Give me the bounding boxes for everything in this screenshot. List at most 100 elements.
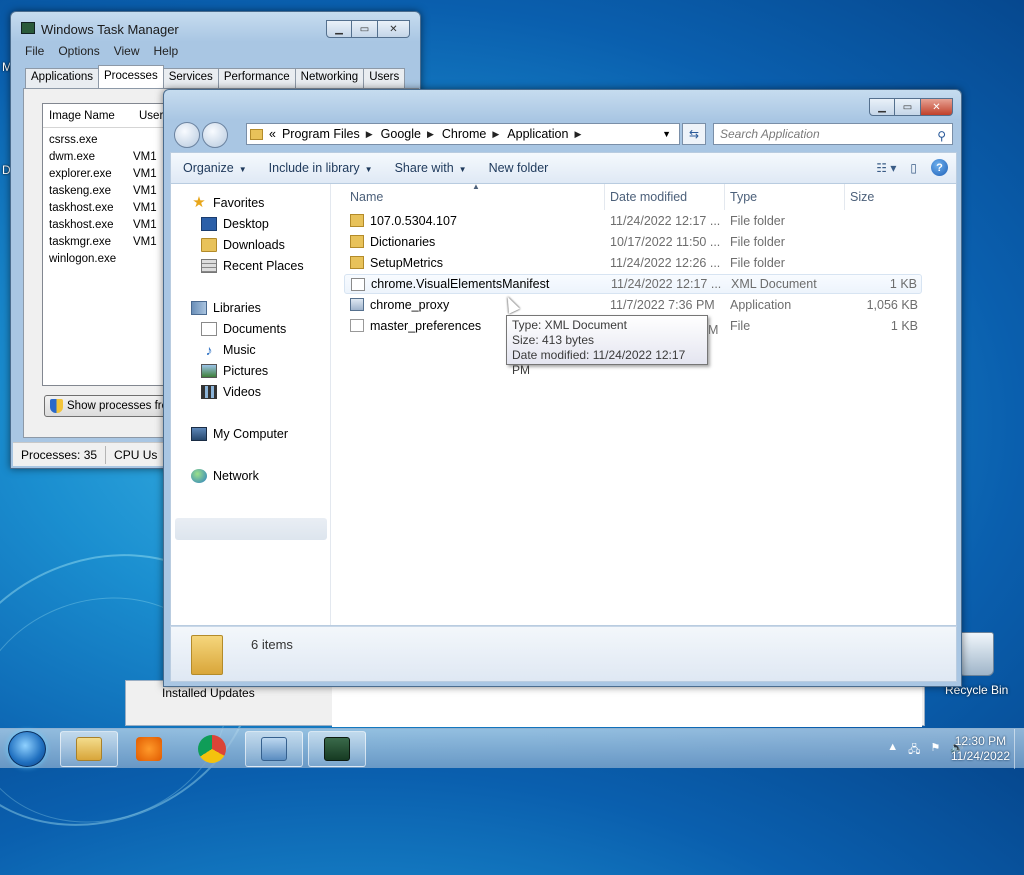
column-user[interactable]: User — [133, 110, 163, 122]
show-desktop-button[interactable] — [1014, 729, 1024, 769]
share-with-button[interactable]: Share with ▼ — [383, 161, 477, 175]
taskbar-task-manager-button[interactable] — [308, 731, 366, 767]
close-button[interactable]: ✕ — [378, 20, 410, 38]
menu-view[interactable]: View — [114, 42, 148, 62]
taskbar-control-panel-button[interactable] — [245, 731, 303, 767]
process-row[interactable]: taskhost.exe VM1 — [43, 216, 181, 233]
chevron-down-icon: ▼ — [238, 165, 247, 174]
nav-network[interactable]: Network — [191, 469, 259, 483]
help-icon[interactable]: ? — [931, 159, 948, 176]
nav-pictures[interactable]: Pictures — [201, 364, 268, 378]
file-name: 107.0.5304.107 — [370, 214, 457, 228]
file-type: File folder — [730, 235, 785, 249]
process-row[interactable]: taskeng.exe VM1 — [43, 182, 181, 199]
nav-documents[interactable]: Documents — [201, 322, 286, 336]
nav-label: Libraries — [213, 301, 261, 315]
view-options-icon[interactable]: ☷ ▾ — [876, 161, 896, 175]
chevron-right-icon[interactable]: ▶ — [366, 129, 373, 140]
close-button[interactable]: ✕ — [921, 98, 953, 116]
menu-help[interactable]: Help — [154, 42, 187, 62]
file-row[interactable]: Dictionaries 10/17/2022 11:50 ... File fol… — [344, 232, 922, 252]
column-name[interactable]: Name — [350, 190, 383, 204]
process-row[interactable]: taskmgr.exe VM1 — [43, 233, 181, 250]
address-bar[interactable]: « Program Files ▶ Google ▶ Chrome ▶ Applica… — [246, 123, 680, 145]
documents-icon — [201, 322, 217, 336]
explorer-window[interactable]: ▁ ▭ ✕ « Program Files ▶ Google ▶ Chrome ▶ A… — [163, 89, 962, 687]
column-size[interactable]: Size — [850, 190, 874, 204]
start-button[interactable] — [8, 731, 46, 767]
chevron-right-icon[interactable]: ▶ — [574, 129, 581, 140]
column-date-modified[interactable]: Date modified — [610, 190, 687, 204]
show-hidden-icons-icon[interactable]: ▲ — [887, 741, 898, 760]
taskbar-media-player-button[interactable] — [120, 731, 178, 767]
search-icon[interactable]: ⚲ — [937, 126, 946, 146]
desktop-icon — [201, 217, 217, 231]
process-row[interactable]: explorer.exe VM1 — [43, 165, 181, 182]
column-image-name[interactable]: Image Name — [43, 110, 133, 122]
tab-users[interactable]: Users — [363, 68, 406, 88]
breadcrumb-chrome[interactable]: Chrome — [442, 127, 486, 141]
maximize-button[interactable]: ▭ — [895, 98, 921, 116]
clock[interactable]: 12:30 PM 11/24/2022 — [951, 734, 1010, 764]
file-name: Dictionaries — [370, 235, 436, 249]
process-row[interactable]: taskhost.exe VM1 — [43, 199, 181, 216]
organize-button[interactable]: Organize ▼ — [171, 161, 257, 175]
control-panel-icon — [261, 737, 287, 761]
breadcrumb-google[interactable]: Google — [381, 127, 421, 141]
nav-music[interactable]: ♪ Music — [201, 343, 256, 357]
tab-services[interactable]: Services — [162, 68, 219, 88]
chevron-down-icon[interactable]: ▼ — [662, 129, 671, 139]
process-row[interactable]: csrss.exe — [43, 131, 181, 148]
taskbar-explorer-button[interactable] — [60, 731, 118, 767]
tab-performance[interactable]: Performance — [217, 68, 296, 88]
menu-file[interactable]: File — [25, 42, 52, 62]
file-row[interactable]: 107.0.5304.107 11/24/2022 12:17 ... File f… — [344, 211, 922, 231]
tab-networking[interactable]: Networking — [294, 68, 365, 88]
process-list[interactable]: Image Name User csrss.exe dwm.exe VM1 explo… — [42, 103, 182, 386]
back-button[interactable] — [174, 122, 200, 148]
minimize-button[interactable]: ▁ — [869, 98, 895, 116]
network-tray-icon[interactable]: 🖧 — [908, 741, 920, 760]
tab-applications[interactable]: Applications — [25, 68, 100, 88]
breadcrumb-overflow[interactable]: « — [269, 127, 276, 141]
nav-my-computer[interactable]: My Computer — [191, 427, 288, 441]
maximize-button[interactable]: ▭ — [352, 20, 378, 38]
chevron-right-icon[interactable]: ▶ — [492, 129, 499, 140]
file-type: XML Document — [731, 277, 817, 291]
search-input[interactable]: Search Application ⚲ — [713, 123, 953, 145]
chevron-right-icon[interactable]: ▶ — [427, 129, 434, 140]
process-row[interactable]: winlogon.exe — [43, 250, 181, 267]
process-row[interactable]: dwm.exe VM1 — [43, 148, 181, 165]
breadcrumb-application[interactable]: Application — [507, 127, 568, 141]
breadcrumb-program-files[interactable]: Program Files — [282, 127, 360, 141]
nav-videos[interactable]: Videos — [201, 385, 261, 399]
nav-libraries[interactable]: Libraries — [191, 301, 261, 315]
nav-downloads[interactable]: Downloads — [201, 238, 285, 252]
include-in-library-button[interactable]: Include in library ▼ — [257, 161, 383, 175]
action-center-flag-icon[interactable]: ⚑ — [930, 741, 940, 760]
minimize-button[interactable]: ▁ — [326, 20, 352, 38]
file-tooltip: Type: XML Document Size: 413 bytes Date … — [506, 315, 708, 377]
nav-label: Documents — [223, 322, 287, 336]
navigation-pane[interactable]: ★ Favorites Desktop Downloads Recent Plac… — [171, 184, 331, 625]
file-row[interactable]: chrome_proxy 11/7/2022 7:36 PM Application… — [344, 295, 922, 315]
app-icon — [350, 298, 364, 311]
file-list[interactable]: Name ▲ Date modified Type Size 107.0.530… — [332, 182, 956, 625]
new-folder-button[interactable]: New folder — [477, 161, 559, 175]
forward-button[interactable] — [202, 122, 228, 148]
nav-desktop[interactable]: Desktop — [201, 217, 269, 231]
nav-favorites[interactable]: ★ Favorites — [191, 195, 265, 210]
column-type[interactable]: Type — [730, 190, 757, 204]
file-row[interactable]: chrome.VisualElementsManifest 11/24/2022 … — [344, 274, 922, 294]
refresh-icon[interactable]: ⇆ — [682, 123, 706, 145]
tab-processes[interactable]: Processes — [98, 65, 164, 88]
file-icon — [350, 319, 364, 332]
nav-recent-places[interactable]: Recent Places — [201, 259, 304, 273]
nav-label: Favorites — [213, 196, 265, 210]
file-row[interactable]: SetupMetrics 11/24/2022 12:26 ... File fol… — [344, 253, 922, 273]
taskbar-chrome-button[interactable] — [183, 731, 241, 767]
preview-pane-icon[interactable]: ▯ — [910, 161, 917, 175]
menu-options[interactable]: Options — [58, 42, 107, 62]
recycle-bin-icon[interactable] — [958, 632, 994, 676]
background-window-label: Installed Updates — [162, 686, 255, 700]
